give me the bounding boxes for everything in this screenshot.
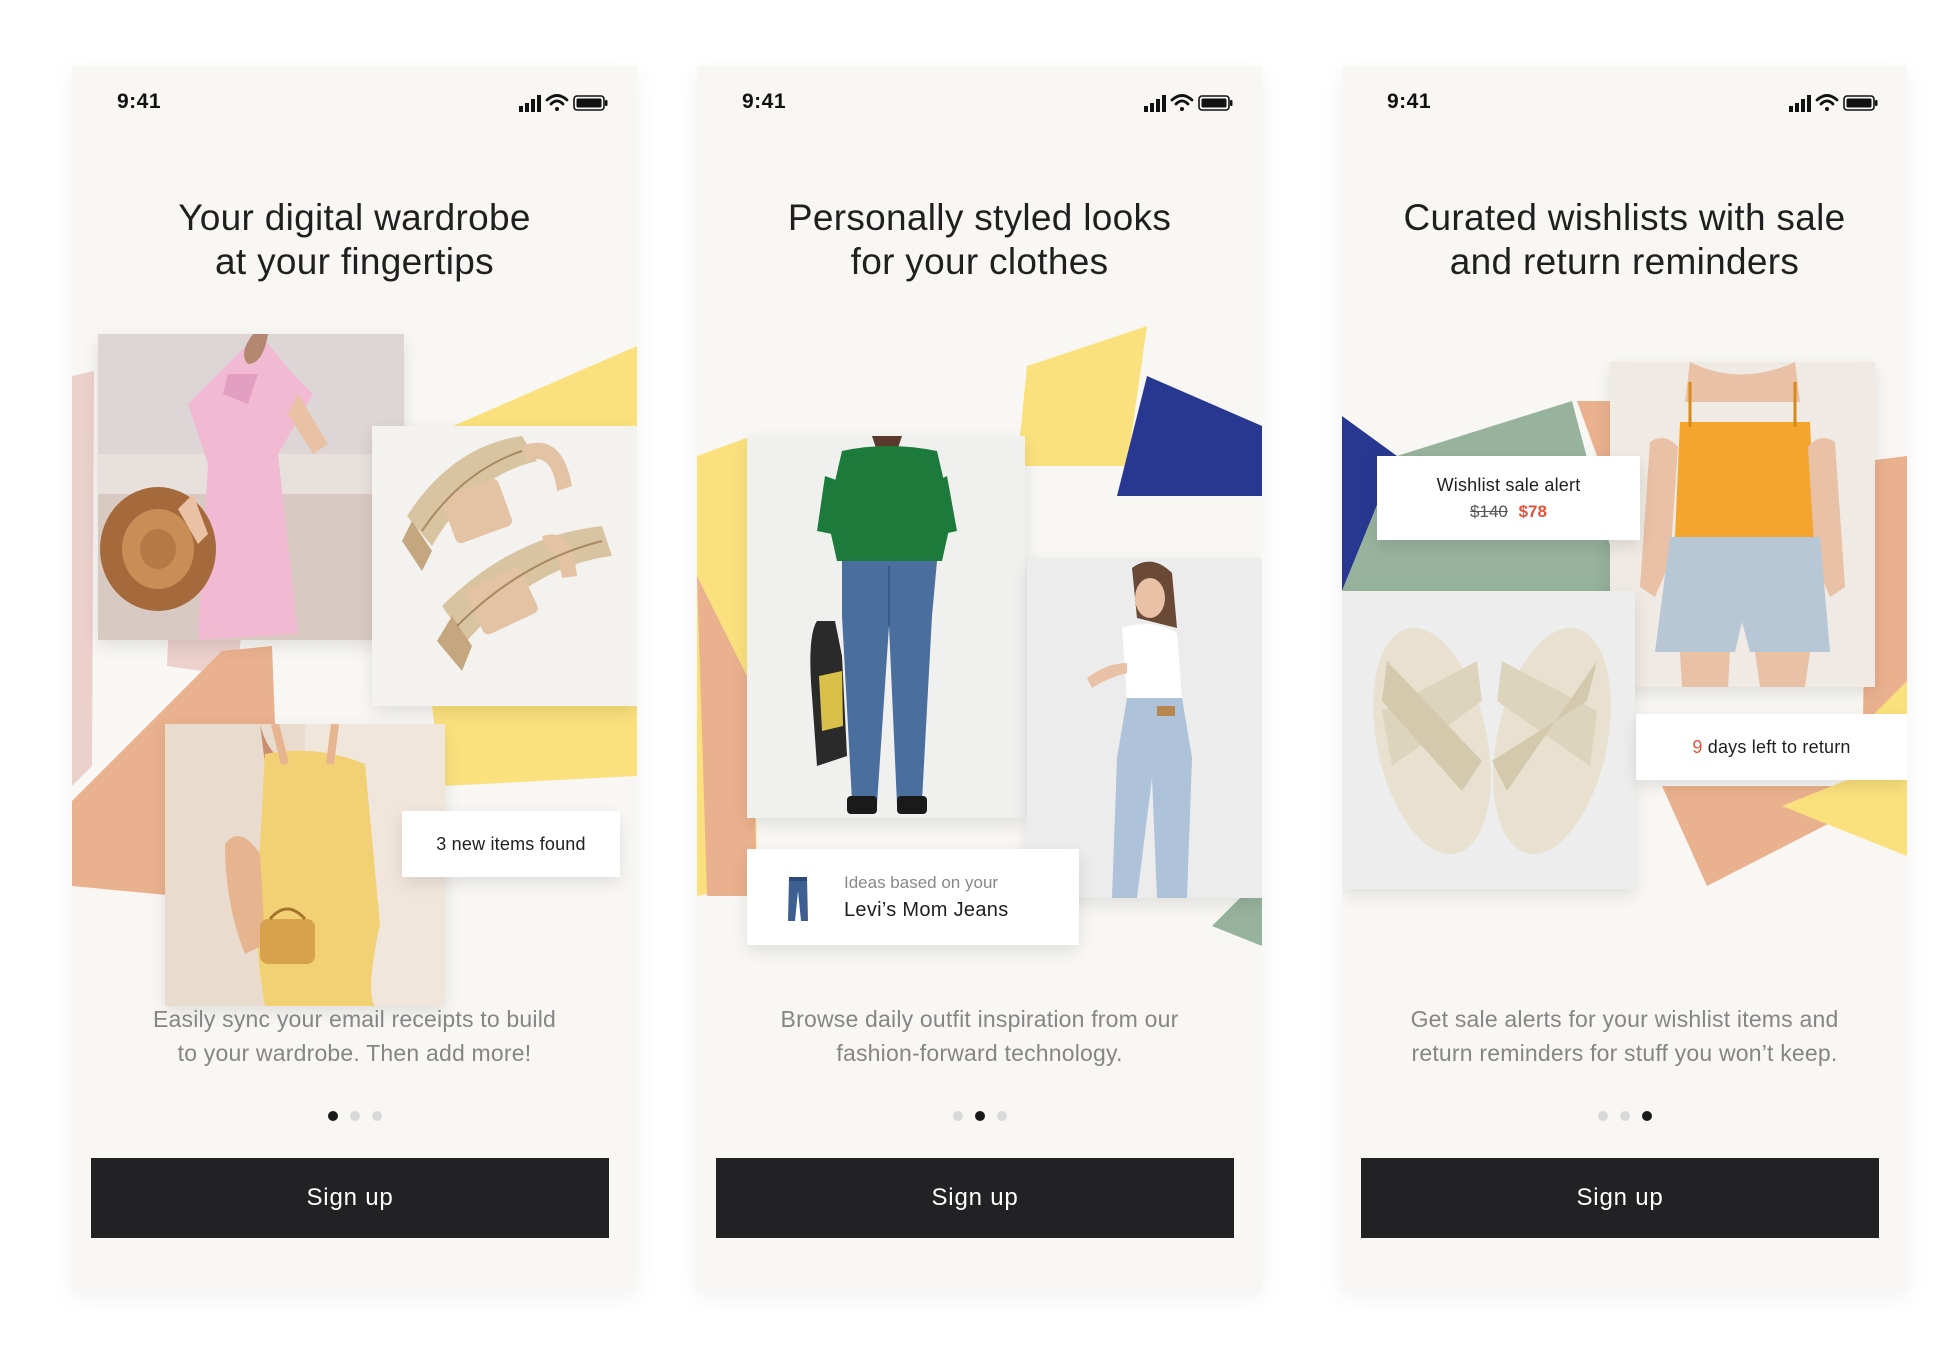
return-days: 9 bbox=[1692, 737, 1703, 757]
pink-dress-photo bbox=[98, 334, 404, 640]
sale-alert-card[interactable]: Wishlist sale alert $140 $78 bbox=[1377, 456, 1640, 540]
signup-button[interactable]: Sign up bbox=[716, 1158, 1234, 1238]
page-dot-2[interactable] bbox=[349, 1111, 360, 1121]
white-tee-look-photo bbox=[1027, 558, 1262, 898]
ideas-item-name: Levi’s Mom Jeans bbox=[844, 899, 1009, 921]
old-price: $140 bbox=[1470, 502, 1508, 521]
onboarding-screen-2: 9:41 Personally styled looks for your cl… bbox=[697, 66, 1262, 1291]
onboarding-screen-3: 9:41 Curated wishlists with sale and ret… bbox=[1342, 66, 1907, 1291]
return-reminder-card[interactable]: 9 days left to return bbox=[1636, 714, 1907, 780]
wedge-sandals-photo bbox=[372, 426, 637, 706]
onboarding-screen-1: 9:41 Your digital wardrobe at your finge… bbox=[72, 66, 637, 1291]
page-indicator[interactable] bbox=[697, 1108, 1262, 1121]
description: Get sale alerts for your wishlist items … bbox=[1410, 1006, 1839, 1066]
ideas-card[interactable]: Ideas based on your Levi’s Mom Jeans bbox=[747, 849, 1079, 945]
slide-sandals-photo bbox=[1342, 591, 1635, 889]
page-dot-2[interactable] bbox=[1619, 1111, 1630, 1121]
page-dot-1[interactable] bbox=[952, 1111, 963, 1121]
sale-alert-title: Wishlist sale alert bbox=[1436, 475, 1581, 495]
description: Browse daily outfit inspiration from our… bbox=[780, 1006, 1179, 1066]
return-text: days left to return bbox=[1702, 737, 1851, 757]
page-indicator[interactable] bbox=[72, 1108, 637, 1121]
page-dot-1[interactable] bbox=[1597, 1111, 1608, 1121]
ideas-caption: Ideas based on your bbox=[844, 873, 999, 892]
page-dot-3[interactable] bbox=[371, 1111, 382, 1121]
page-indicator[interactable] bbox=[1342, 1108, 1907, 1121]
new-price: $78 bbox=[1518, 502, 1547, 521]
description: Easily sync your email receipts to build… bbox=[153, 1006, 556, 1066]
page-dot-2[interactable] bbox=[974, 1111, 985, 1121]
signup-button[interactable]: Sign up bbox=[91, 1158, 609, 1238]
orange-cami-photo bbox=[1610, 362, 1875, 687]
green-sweater-look-photo bbox=[747, 436, 1025, 818]
page-dot-1[interactable] bbox=[327, 1111, 338, 1121]
jeans-icon bbox=[788, 877, 808, 921]
new-items-badge: 3 new items found bbox=[402, 811, 620, 877]
sale-price-row: $140 $78 bbox=[1377, 502, 1640, 522]
signup-button[interactable]: Sign up bbox=[1361, 1158, 1879, 1238]
page-dot-3[interactable] bbox=[1641, 1111, 1652, 1121]
page-dot-3[interactable] bbox=[996, 1111, 1007, 1121]
